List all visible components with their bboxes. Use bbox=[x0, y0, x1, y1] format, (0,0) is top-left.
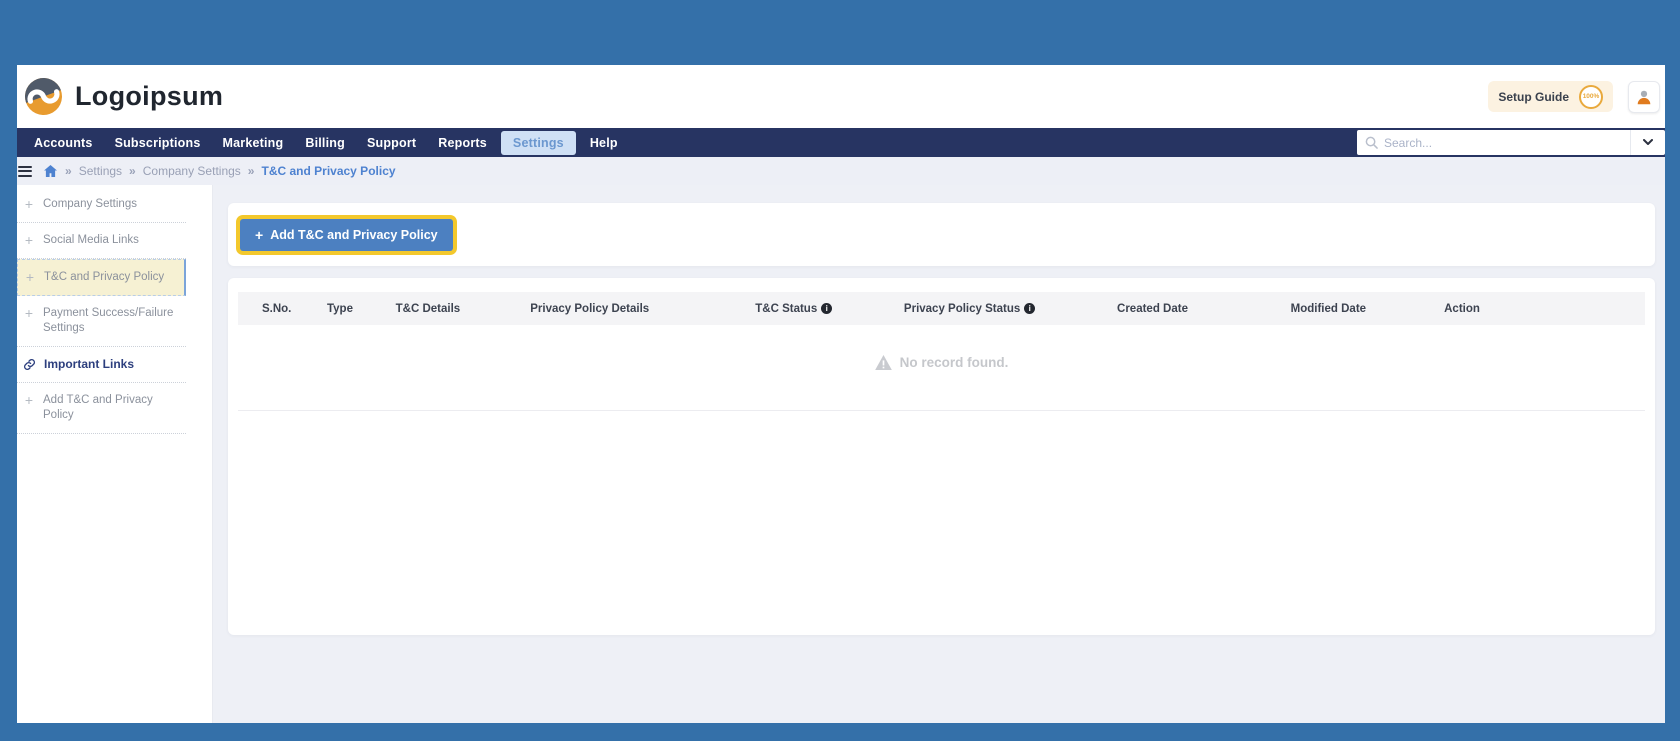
nav-item[interactable]: Support bbox=[356, 136, 427, 150]
sidebar-item-label: Add T&C and Privacy Policy bbox=[43, 393, 180, 423]
add-button-label: Add T&C and Privacy Policy bbox=[270, 228, 437, 242]
setup-guide-label: Setup Guide bbox=[1498, 90, 1569, 104]
column-label: Privacy Policy Details bbox=[530, 303, 649, 315]
table-column-header: Action bbox=[1392, 303, 1533, 315]
column-label: Action bbox=[1444, 303, 1480, 315]
main-nav: AccountsSubscriptionsMarketingBillingSup… bbox=[17, 128, 1665, 157]
search-scope-dropdown[interactable] bbox=[1630, 130, 1665, 155]
progress-ring: 100% bbox=[1579, 85, 1603, 109]
sidebar-item[interactable]: + T&C and Privacy Policy bbox=[17, 259, 186, 296]
breadcrumb-separator: » bbox=[65, 164, 72, 178]
logo-text: Logoipsum bbox=[75, 81, 223, 112]
breadcrumb-item[interactable]: T&C and Privacy Policy bbox=[261, 164, 395, 178]
plus-icon: + bbox=[24, 270, 36, 284]
sidebar-item-label: Company Settings bbox=[43, 197, 137, 212]
sidebar-item[interactable]: Important Links bbox=[17, 347, 186, 384]
sidebar-item[interactable]: + Add T&C and Privacy Policy bbox=[17, 383, 186, 434]
home-icon[interactable] bbox=[44, 165, 57, 177]
column-label: S.No. bbox=[262, 303, 291, 315]
search-icon bbox=[1365, 136, 1378, 149]
table-column-header: T&C Details bbox=[365, 303, 492, 315]
plus-icon: + bbox=[255, 228, 263, 242]
info-icon[interactable]: i bbox=[1024, 303, 1035, 314]
sidebar-item-label: T&C and Privacy Policy bbox=[44, 270, 164, 285]
toolbar-card: + Add T&C and Privacy Policy bbox=[228, 203, 1655, 266]
content-area: + Company Settings + Social Media Links … bbox=[17, 185, 1665, 723]
nav-item[interactable]: Billing bbox=[294, 136, 356, 150]
add-tc-privacy-button[interactable]: + Add T&C and Privacy Policy bbox=[240, 219, 453, 251]
table-column-header: Modified Date bbox=[1265, 303, 1392, 315]
link-icon bbox=[23, 358, 36, 371]
column-label: T&C Details bbox=[396, 303, 461, 315]
logo-icon bbox=[25, 78, 62, 115]
info-icon[interactable]: i bbox=[821, 303, 832, 314]
menu-icon[interactable] bbox=[18, 166, 32, 177]
header-controls: Setup Guide 100% bbox=[1488, 81, 1660, 113]
nav-item[interactable]: Settings bbox=[501, 131, 576, 155]
breadcrumb-group: » T&C and Privacy Policy bbox=[248, 164, 396, 178]
logo: Logoipsum bbox=[25, 78, 223, 115]
nav-items: AccountsSubscriptionsMarketingBillingSup… bbox=[23, 128, 629, 157]
column-label: T&C Status bbox=[755, 303, 817, 315]
plus-icon: + bbox=[23, 393, 35, 407]
app-header: Logoipsum Setup Guide 100% bbox=[17, 65, 1665, 128]
user-icon bbox=[1635, 88, 1653, 106]
breadcrumb-items: » Settings » Company Settings » T&C and … bbox=[65, 164, 396, 178]
sidebar-item[interactable]: + Company Settings bbox=[17, 187, 186, 223]
table-column-header: Privacy Policy Details bbox=[491, 303, 688, 315]
sidebar-item[interactable]: + Social Media Links bbox=[17, 223, 186, 259]
search-input[interactable] bbox=[1378, 136, 1630, 150]
plus-icon: + bbox=[23, 233, 35, 247]
table-column-header: T&C Status i bbox=[688, 303, 899, 315]
app-window: Logoipsum Setup Guide 100% AccountsSubsc… bbox=[17, 65, 1665, 723]
breadcrumb-group: » Settings bbox=[65, 164, 122, 178]
app-frame: Logoipsum Setup Guide 100% AccountsSubsc… bbox=[0, 0, 1680, 741]
warning-icon bbox=[875, 355, 892, 370]
table-column-header: S.No. bbox=[238, 303, 315, 315]
progress-value: 100% bbox=[1583, 93, 1600, 100]
breadcrumb-separator: » bbox=[129, 164, 136, 178]
main-content: + Add T&C and Privacy Policy S.No. Type bbox=[213, 185, 1665, 723]
user-avatar-button[interactable] bbox=[1628, 81, 1660, 113]
plus-icon: + bbox=[23, 197, 35, 211]
breadcrumb-item[interactable]: Company Settings bbox=[143, 164, 241, 178]
chevron-down-icon bbox=[1643, 139, 1653, 146]
column-label: Type bbox=[327, 303, 353, 315]
breadcrumb-group: » Company Settings bbox=[129, 164, 241, 178]
sidebar-item[interactable]: + Payment Success/Failure Settings bbox=[17, 296, 186, 347]
table-card: S.No. Type T&C Details Privacy Policy De… bbox=[228, 278, 1655, 635]
breadcrumb: » Settings » Company Settings » T&C and … bbox=[17, 157, 1665, 185]
nav-item[interactable]: Subscriptions bbox=[104, 136, 212, 150]
sidebar-item-label: Payment Success/Failure Settings bbox=[43, 306, 180, 336]
nav-item[interactable]: Help bbox=[579, 136, 629, 150]
search-box bbox=[1357, 130, 1665, 155]
nav-item[interactable]: Reports bbox=[427, 136, 498, 150]
breadcrumb-item[interactable]: Settings bbox=[79, 164, 122, 178]
table-header-row: S.No. Type T&C Details Privacy Policy De… bbox=[238, 292, 1645, 325]
nav-item[interactable]: Marketing bbox=[212, 136, 295, 150]
column-label: Created Date bbox=[1117, 303, 1188, 315]
empty-message: No record found. bbox=[900, 355, 1009, 370]
table-column-header: Privacy Policy Status i bbox=[899, 303, 1040, 315]
column-label: Modified Date bbox=[1291, 303, 1366, 315]
sidebar-item-label: Social Media Links bbox=[43, 233, 139, 248]
settings-sidebar: + Company Settings + Social Media Links … bbox=[17, 185, 213, 723]
table-column-header: Created Date bbox=[1040, 303, 1265, 315]
setup-guide-button[interactable]: Setup Guide 100% bbox=[1488, 81, 1613, 112]
column-label: Privacy Policy Status bbox=[904, 303, 1020, 315]
empty-state: No record found. bbox=[238, 355, 1645, 370]
sidebar-item-label: Important Links bbox=[44, 357, 134, 373]
plus-icon: + bbox=[23, 306, 35, 320]
table-row-divider bbox=[238, 410, 1645, 411]
nav-item[interactable]: Accounts bbox=[23, 136, 104, 150]
table-column-header: Type bbox=[315, 303, 364, 315]
breadcrumb-separator: » bbox=[248, 164, 255, 178]
